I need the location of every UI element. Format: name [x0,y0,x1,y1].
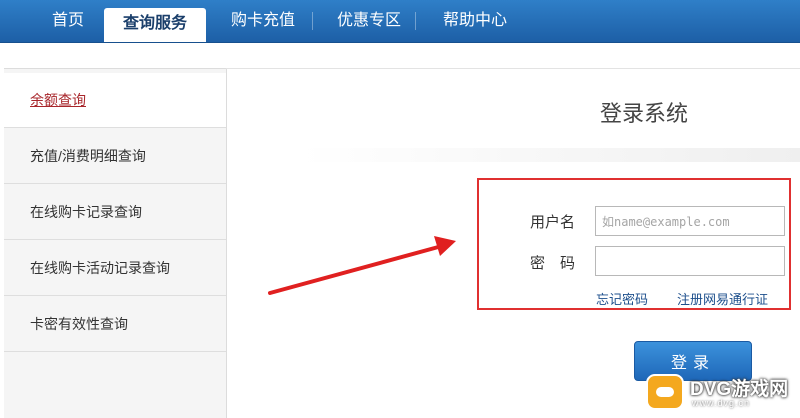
page-title: 登录系统 [600,101,689,126]
password-label: 密 码 [530,255,576,272]
nav-separator [415,12,416,30]
content-divider [226,68,800,69]
username-label: 用户名 [530,214,576,231]
site-watermark: DVG游戏网 www.dvg.cn [646,370,796,414]
sidebar-item-recharge-details[interactable]: 充值/消费明细查询 [4,129,226,184]
sidebar-item-purchase-records[interactable]: 在线购卡记录查询 [4,185,226,240]
forgot-password-link[interactable]: 忘记密码 [596,289,648,308]
watermark-text: DVG游戏网 [690,379,789,400]
nav-item-home[interactable]: 首页 [40,0,96,42]
sidebar: 余额查询 充值/消费明细查询 在线购卡记录查询 在线购卡活动记录查询 卡密有效性… [4,68,227,418]
nav-separator [312,12,313,30]
sidebar-item-card-validity[interactable]: 卡密有效性查询 [4,297,226,352]
username-input[interactable] [595,206,785,236]
nav-item-query-services[interactable]: 查询服务 [104,8,206,42]
watermark-url: www.dvg.cn [692,398,751,408]
nav-item-promotions[interactable]: 优惠专区 [326,0,412,42]
nav-item-buy-card[interactable]: 购卡充值 [220,0,306,42]
gamepad-logo-icon [646,374,684,410]
password-input[interactable] [595,246,785,276]
title-underline-band [300,148,800,162]
nav-item-help-center[interactable]: 帮助中心 [432,0,518,42]
register-link[interactable]: 注册网易通行证 [677,289,768,308]
top-navigation: 首页 查询服务 购卡充值 优惠专区 帮助中心 [0,0,800,43]
sidebar-item-activity-records[interactable]: 在线购卡活动记录查询 [4,241,226,296]
sidebar-item-balance-query[interactable]: 余额查询 [4,73,226,128]
pointer-arrow-icon [268,236,456,295]
